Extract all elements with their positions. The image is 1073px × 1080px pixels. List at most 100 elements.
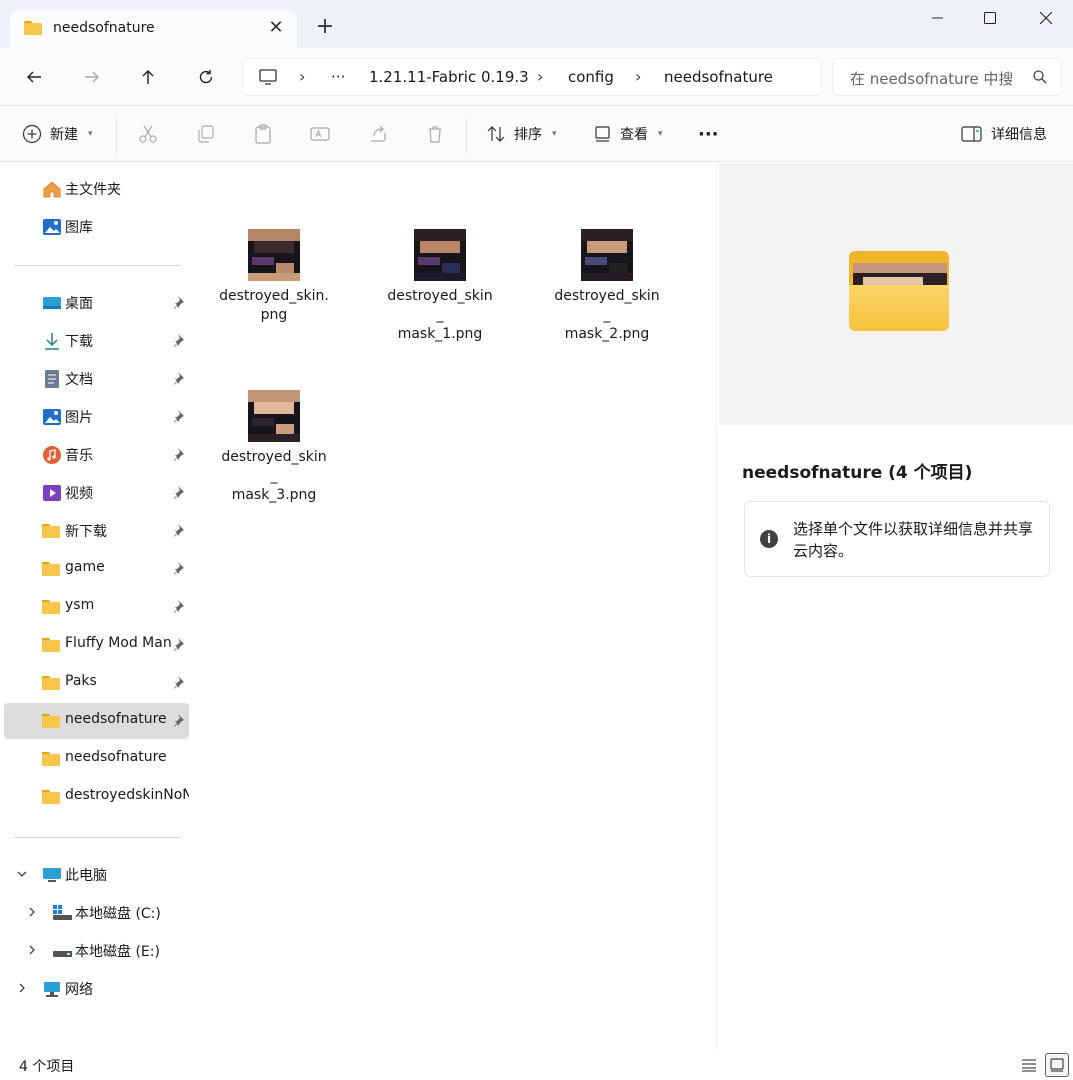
file-list: destroyed_skin. png destroyed_skin_ mask… <box>192 163 715 1050</box>
sidebar-item-label: 主文件夹 <box>65 182 121 198</box>
image-thumbnail <box>414 229 466 281</box>
sidebar-item-label: 音乐 <box>65 448 93 464</box>
folder-icon <box>849 251 949 331</box>
up-button[interactable] <box>132 62 164 92</box>
status-bar: 4 个项目 <box>0 1050 1073 1080</box>
file-item[interactable]: destroyed_skin_ mask_3.png <box>219 386 329 526</box>
details-view-button[interactable] <box>1017 1053 1041 1077</box>
copy-button[interactable] <box>194 122 218 146</box>
trash-icon <box>429 126 441 143</box>
file-name: destroyed_skin_ mask_3.png <box>221 449 327 503</box>
file-name: destroyed_skin_ mask_1.png <box>387 288 493 342</box>
new-tab-button[interactable]: + <box>312 14 338 40</box>
sidebar-item-needsofnature-pinned[interactable]: needsofnature <box>4 703 189 739</box>
sidebar-item-needsofnature[interactable]: needsofnature <box>4 741 189 777</box>
sidebar-item-game[interactable]: game <box>4 551 189 587</box>
command-bar: 新建 ▾ 排序 ▾ 查看 ▾ ··· 详细信息 <box>0 106 1073 162</box>
item-count: 4 个项目 <box>19 1059 75 1075</box>
new-button-label: 新建 <box>50 127 78 143</box>
sidebar-item-gallery[interactable]: 图库 <box>4 209 189 245</box>
breadcrumb-chevron[interactable]: › <box>299 67 305 86</box>
chevron-right-icon <box>19 983 25 993</box>
folder-icon <box>42 676 60 690</box>
sidebar-item-network[interactable]: 网络 <box>4 971 189 1007</box>
sidebar-item-downloads[interactable]: 下载 <box>4 323 189 359</box>
sidebar-item-pictures[interactable]: 图片 <box>4 399 189 435</box>
sidebar-item-ysm[interactable]: ysm <box>4 589 189 625</box>
breadcrumb-segment[interactable]: needsofnature <box>664 68 773 86</box>
breadcrumb-ellipsis[interactable]: ··· <box>331 68 345 86</box>
delete-button[interactable] <box>423 122 447 146</box>
chevron-right-icon <box>29 945 35 955</box>
large-icons-view-button[interactable] <box>1045 1053 1069 1077</box>
home-icon <box>43 181 61 198</box>
back-button[interactable] <box>18 62 50 92</box>
maximize-icon <box>984 12 996 24</box>
sidebar-item-paks[interactable]: Paks <box>4 665 189 701</box>
sidebar-item-videos[interactable]: 视频 <box>4 475 189 511</box>
search-input[interactable]: 在 needsofnature 中搜索 <box>850 68 1012 89</box>
sidebar-item-label: ysm <box>65 597 95 613</box>
file-item[interactable]: destroyed_skin. png <box>219 225 329 365</box>
chevron-down-icon <box>17 871 27 877</box>
desktop-icon <box>43 297 61 309</box>
sidebar-item-label: Paks <box>65 673 97 689</box>
file-item[interactable]: destroyed_skin_ mask_1.png <box>385 225 495 365</box>
sidebar-item-label: 此电脑 <box>65 868 107 884</box>
chevron-right-icon <box>29 907 35 917</box>
breadcrumb-segment[interactable]: 1.21.11-Fabric 0.19.3 <box>369 68 529 86</box>
sidebar-item-home[interactable]: 主文件夹 <box>4 171 189 207</box>
search-box[interactable]: 在 needsofnature 中搜索 <box>832 58 1062 96</box>
folder-icon <box>42 524 60 538</box>
maximize-button[interactable] <box>962 0 1018 36</box>
refresh-button[interactable] <box>190 62 222 92</box>
tab-close-button[interactable]: ✕ <box>264 16 288 40</box>
breadcrumb-chevron[interactable]: › <box>537 67 543 86</box>
sidebar-item-fluffy-mod-manager[interactable]: Fluffy Mod Manager <box>4 627 189 663</box>
sidebar-item-label: 本地磁盘 (C:) <box>75 906 161 922</box>
navigation-bar: › ··· 1.21.11-Fabric 0.19.3 › config › n… <box>0 48 1073 106</box>
view-icon <box>595 126 610 142</box>
minimize-button[interactable] <box>910 0 966 36</box>
sidebar-item-drive-c[interactable]: 本地磁盘 (C:) <box>4 895 189 931</box>
view-button[interactable]: 查看 ▾ <box>594 120 663 148</box>
tab-needsofnature[interactable]: needsofnature ✕ <box>10 10 297 48</box>
pin-icon <box>174 296 184 309</box>
sidebar-item-destroyedskinnoneeds[interactable]: destroyedskinNoNeeds <box>4 779 189 815</box>
sidebar-item-music[interactable]: 音乐 <box>4 437 189 473</box>
tiles-view-icon <box>1050 1058 1064 1072</box>
info-card: i 选择单个文件以获取详细信息并共享云内容。 <box>744 501 1050 577</box>
pin-icon <box>174 524 184 537</box>
sidebar-item-label: 文档 <box>65 372 93 388</box>
folder-icon <box>42 790 60 804</box>
computer-icon <box>259 69 277 85</box>
file-item[interactable]: destroyed_skin_ mask_2.png <box>552 225 662 365</box>
pin-icon <box>174 410 184 423</box>
rename-button[interactable] <box>308 122 332 146</box>
sidebar-item-label: 图库 <box>65 220 93 236</box>
sort-button[interactable]: 排序 ▾ <box>486 120 557 148</box>
toolbar-divider <box>466 118 467 154</box>
copy-icon <box>198 125 214 143</box>
more-options-button[interactable]: ··· <box>698 120 719 148</box>
network-icon <box>44 982 60 997</box>
details-pane-button[interactable]: 详细信息 <box>961 120 1047 148</box>
sidebar-item-drive-e[interactable]: 本地磁盘 (E:) <box>4 933 189 969</box>
sidebar-item-documents[interactable]: 文档 <box>4 361 189 397</box>
share-button[interactable] <box>366 122 390 146</box>
pin-icon <box>174 676 184 689</box>
breadcrumb-segment[interactable]: config <box>568 68 614 86</box>
address-bar[interactable]: › ··· 1.21.11-Fabric 0.19.3 › config › n… <box>242 58 822 96</box>
sidebar-item-this-pc[interactable]: 此电脑 <box>4 857 189 893</box>
paste-button[interactable] <box>251 122 275 146</box>
close-window-button[interactable] <box>1018 0 1073 36</box>
cut-button[interactable] <box>136 122 160 146</box>
sort-button-label: 排序 <box>514 127 542 143</box>
forward-button[interactable] <box>76 62 108 92</box>
details-pane-label: 详细信息 <box>991 127 1047 143</box>
new-button[interactable]: 新建 ▾ <box>22 120 93 148</box>
sidebar-item-desktop[interactable]: 桌面 <box>4 285 189 321</box>
breadcrumb-chevron[interactable]: › <box>635 67 641 86</box>
sidebar-item-new-downloads[interactable]: 新下载 <box>4 513 189 549</box>
sidebar-item-label: destroyedskinNoNeeds <box>65 787 189 803</box>
